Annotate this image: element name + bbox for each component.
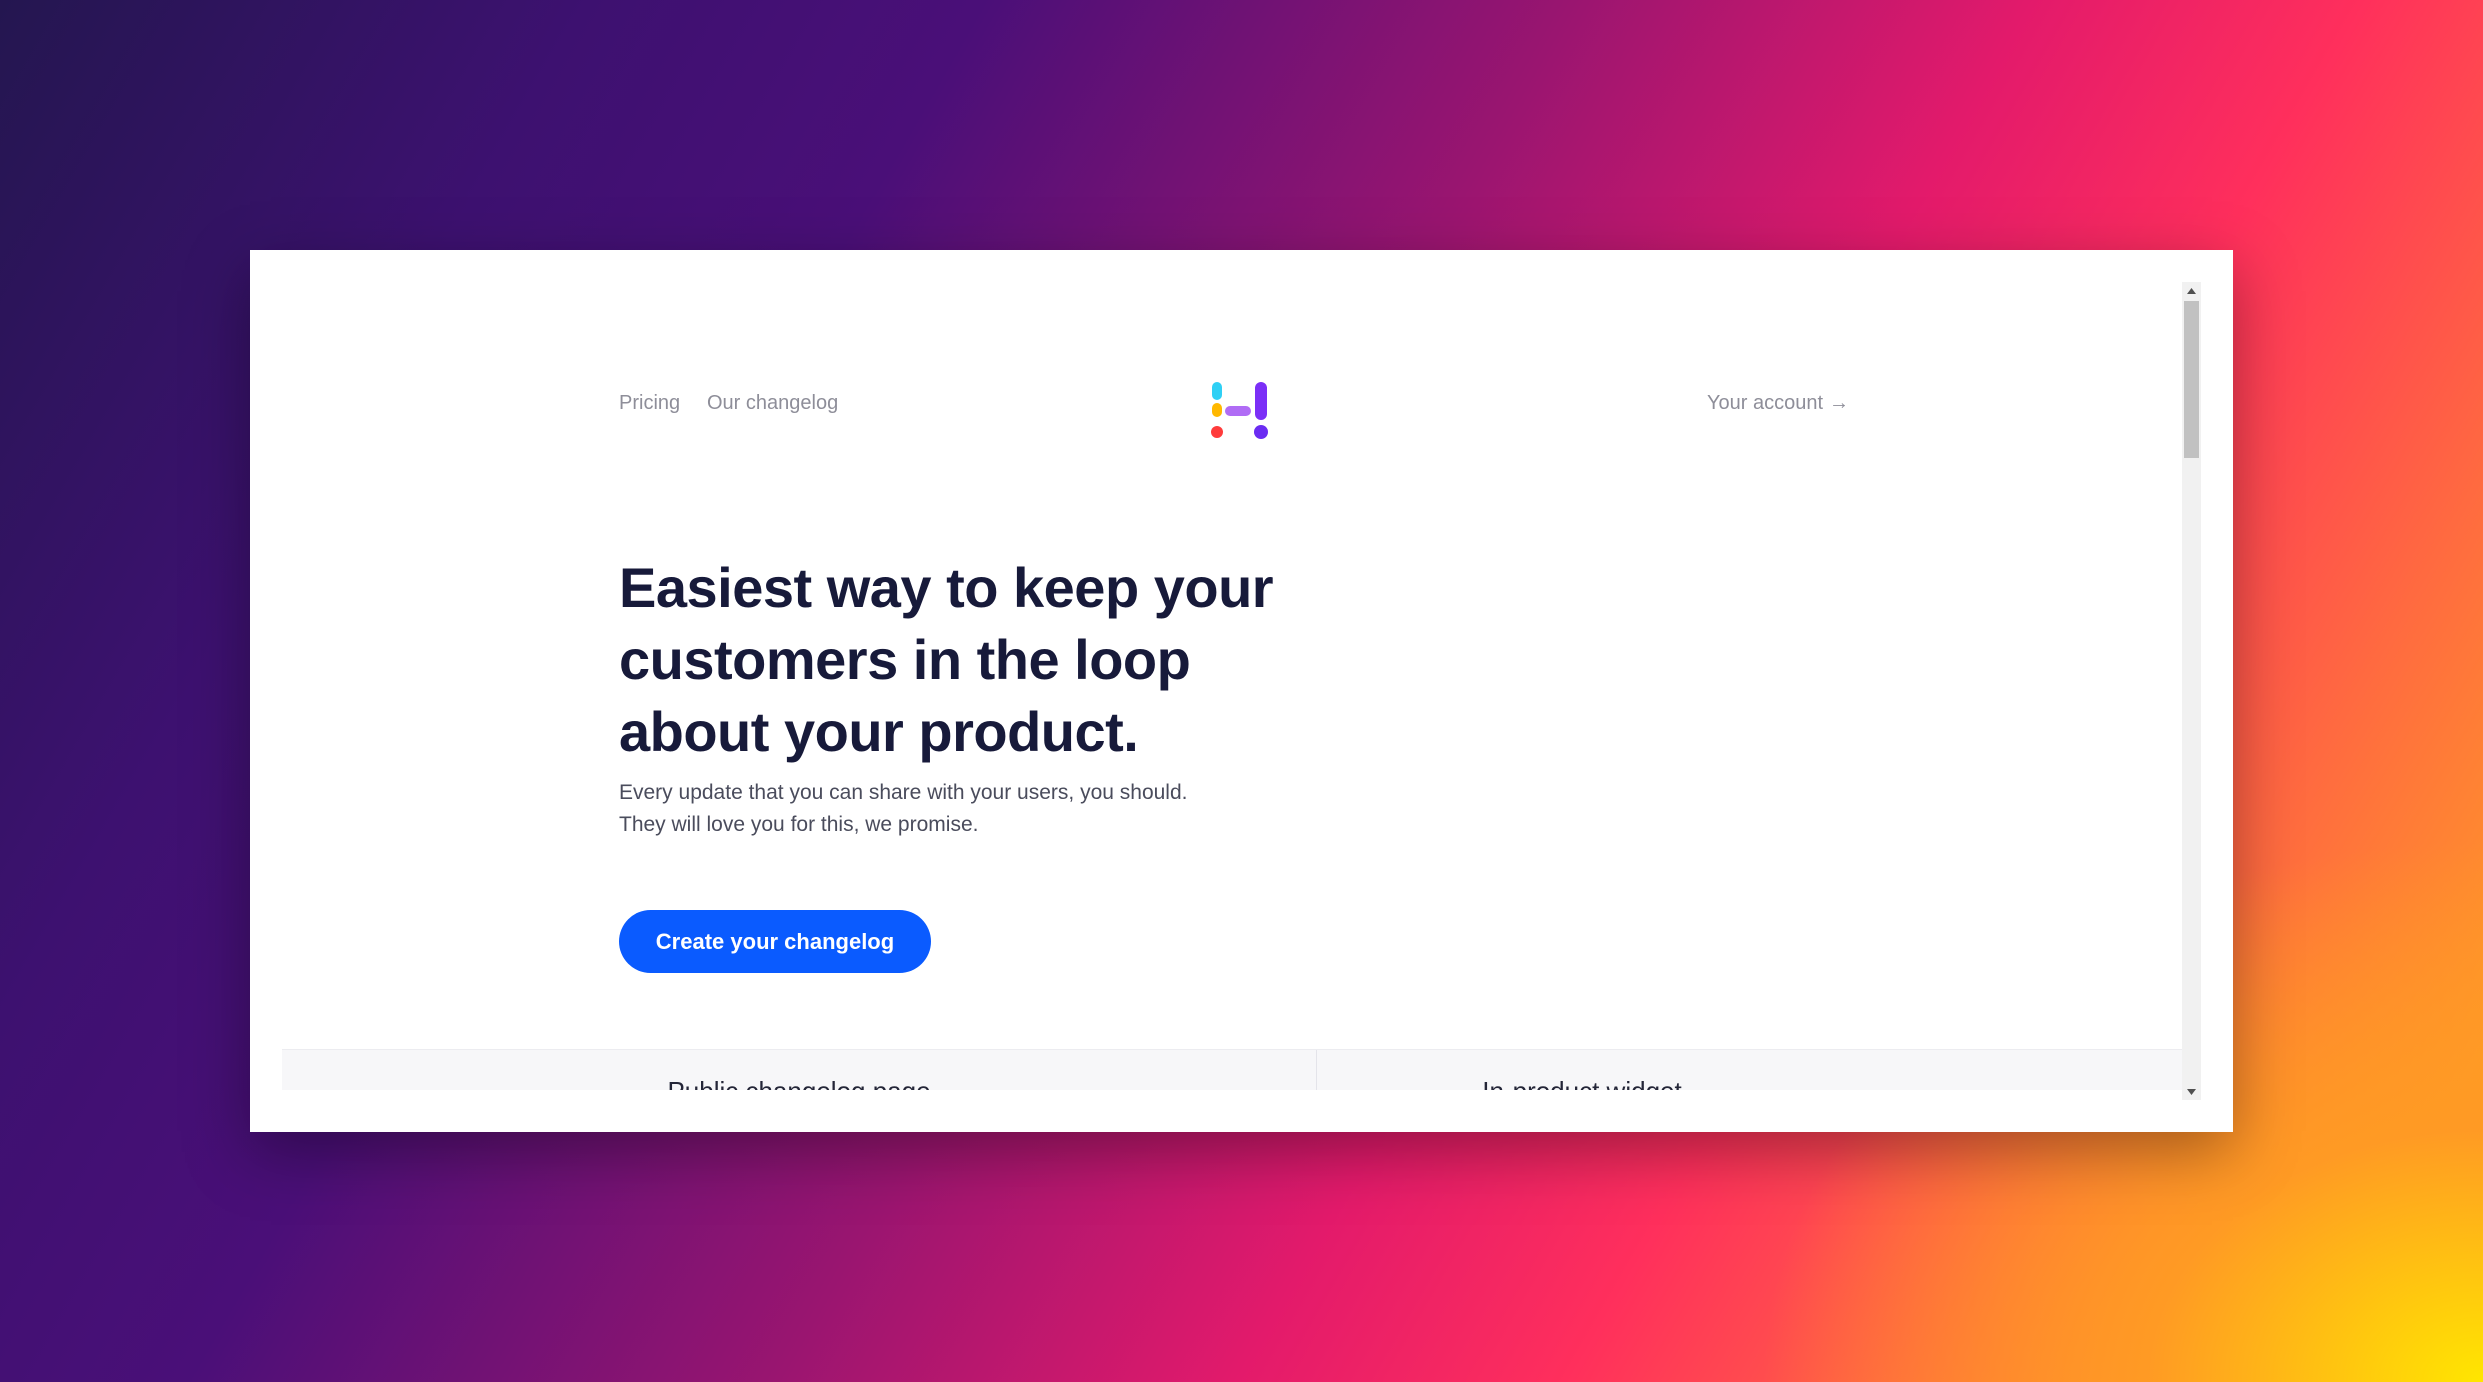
vertical-scrollbar[interactable]: [2182, 282, 2201, 1100]
tab-in-product-widget[interactable]: In-product widget: [1317, 1050, 1847, 1090]
scroll-down-arrow-icon[interactable]: [2182, 1083, 2201, 1100]
tab-public-changelog-page[interactable]: Public changelog page: [282, 1050, 1317, 1090]
scrollbar-thumb[interactable]: [2184, 301, 2199, 458]
create-changelog-button[interactable]: Create your changelog: [619, 910, 931, 973]
hero-title: Easiest way to keep your customers in th…: [619, 552, 1319, 768]
hero-subtitle: Every update that you can share with you…: [619, 777, 1319, 841]
page-viewport: Pricing Our changelog Your account → Eas…: [282, 282, 2182, 1090]
arrow-right-icon: →: [1829, 392, 1849, 414]
browser-window: Pricing Our changelog Your account → Eas…: [250, 250, 2233, 1132]
top-nav: Pricing Our changelog Your account →: [619, 382, 1849, 439]
hero-subtitle-line: Every update that you can share with you…: [619, 781, 1188, 804]
hero-title-line: Easiest way to keep your: [619, 556, 1274, 619]
tab-label: Public changelog page: [282, 1076, 1316, 1090]
hero-title-line: customers in the loop: [619, 628, 1191, 691]
hero-subtitle-line: They will love you for this, we promise.: [619, 813, 979, 836]
tab-label: In-product widget: [1317, 1076, 1847, 1090]
scroll-up-arrow-icon[interactable]: [2182, 282, 2201, 299]
headway-logo-icon[interactable]: [1210, 382, 1270, 442]
nav-changelog-link[interactable]: Our changelog: [707, 392, 838, 415]
hero-title-line: about your product.: [619, 700, 1139, 763]
feature-tabs: Public changelog page In-product widget: [282, 1049, 2182, 1090]
nav-pricing-link[interactable]: Pricing: [619, 392, 680, 415]
nav-account-label: Your account: [1706, 392, 1823, 414]
nav-account-link[interactable]: Your account →: [1707, 392, 1849, 415]
